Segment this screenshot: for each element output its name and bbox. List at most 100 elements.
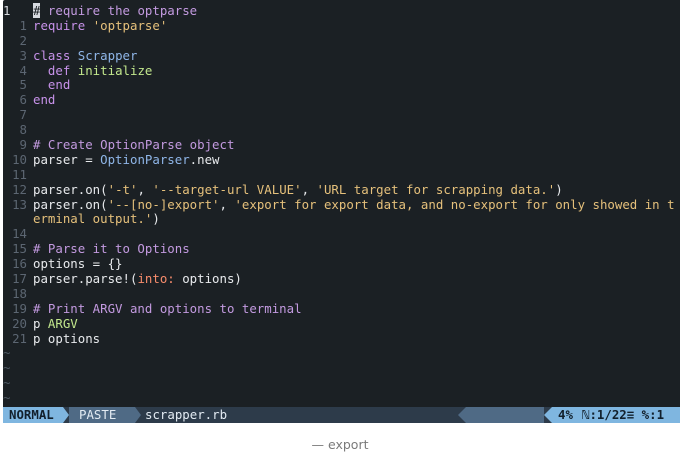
code-token: class (33, 47, 78, 63)
line-number: 18 (12, 285, 27, 301)
code-token: parser.on( (33, 196, 108, 212)
code-token: , (301, 181, 317, 197)
code-token: options) (174, 271, 242, 287)
code-token: parser = (33, 151, 101, 167)
code-line[interactable]: 8 (3, 122, 680, 138)
code-token: 'export for export data, and no-export f… (234, 196, 675, 212)
code-line[interactable]: 17 parser.parse!(into: options) (3, 271, 680, 287)
empty-line-marker: ~ (3, 390, 11, 406)
code-line[interactable]: 1 require 'optparse' (3, 17, 680, 34)
line-number: 3 (19, 47, 27, 63)
code-line[interactable]: 1 # require the optparse (3, 3, 680, 19)
line-number: 20 (12, 315, 27, 331)
editor-buffer[interactable]: 1 # require the optparse 1 require 'optpars… (3, 3, 680, 406)
line-number: 7 (19, 107, 27, 123)
code-token: # Parse it to Options (33, 241, 190, 257)
code-line[interactable]: 10 parser = OptionParser.new (3, 151, 680, 168)
encoding-indicator: utf-8 (466, 407, 544, 423)
line-number: 10 (12, 151, 27, 167)
line-number: 8 (19, 122, 27, 138)
code-line[interactable]: 19 # Print ARGV and options to terminal (3, 300, 680, 317)
paste-indicator: PASTE (69, 407, 135, 423)
code-token: '--[no-]export' (107, 196, 220, 212)
code-token: options = {} (33, 256, 123, 272)
code-token: ) (555, 181, 563, 197)
percent-indicator: 4% (552, 407, 580, 423)
code-token: parser.on( (33, 181, 108, 197)
code-token: Scrapper (77, 47, 138, 63)
code-line[interactable]: ~ (3, 360, 680, 376)
code-line[interactable]: 2 (3, 32, 680, 49)
code-token: end (33, 92, 56, 108)
line-number: 16 (12, 256, 27, 272)
line-number: 9 (19, 137, 27, 153)
separator-arrow (458, 407, 466, 423)
code-line[interactable]: 4 def initialize (3, 62, 680, 79)
code-token: , (219, 196, 235, 212)
code-token: 'optparse' (92, 17, 168, 33)
code-token: .new (189, 151, 220, 167)
line-number: 4 (19, 62, 27, 78)
line-number: 11 (12, 166, 27, 182)
code-line[interactable]: 7 (3, 107, 680, 123)
line-number: 1 (19, 17, 27, 33)
code-token: end (33, 77, 71, 93)
line-number: 17 (12, 271, 27, 287)
file-name: scrapper.rb (145, 407, 228, 422)
code-line[interactable]: 18 (3, 285, 680, 302)
status-bar: NORMAL PASTE scrapper.rb ruby ⟡ utf-8 4%… (3, 407, 680, 423)
code-line[interactable]: 12 parser.on('-t', '--target-url VALUE', … (3, 181, 680, 198)
code-line[interactable]: 20 p ARGV (3, 315, 680, 332)
line-number: 6 (19, 92, 27, 108)
separator-arrow (544, 407, 552, 423)
terminal-window[interactable]: 1 # require the optparse 1 require 'optpars… (3, 0, 680, 423)
code-token: '--target-url VALUE' (152, 181, 302, 197)
code-token: require (33, 17, 93, 33)
code-token: OptionParser (100, 151, 190, 167)
cursor-position: ℕ:1/22≡ %:1 (580, 407, 680, 423)
code-token: p options (33, 330, 101, 346)
code-token: into: (137, 271, 175, 287)
code-token: # Create OptionParse object (33, 137, 235, 153)
code-token: # Print ARGV and options to terminal (33, 300, 302, 316)
line-number: 14 (12, 226, 27, 242)
line-number: 13 (12, 196, 27, 212)
code-token: , (137, 181, 153, 197)
line-number: 1 (3, 3, 11, 18)
code-token: ARGV (47, 315, 78, 331)
code-line[interactable]: ~ (3, 346, 680, 361)
code-token: p (33, 315, 48, 331)
line-number: 2 (19, 32, 27, 48)
code-line[interactable]: 5 end (3, 78, 680, 93)
code-line[interactable]: ~ (3, 390, 680, 406)
code-line[interactable]: 21 p options (3, 330, 680, 347)
empty-line-marker: ~ (3, 345, 11, 361)
code-line[interactable]: 14 (3, 226, 680, 242)
code-token: 'URL target for scrapping data.' (316, 181, 556, 197)
line-number: 15 (12, 241, 27, 257)
line-number: 19 (12, 300, 27, 316)
empty-line-marker: ~ (3, 375, 11, 391)
line-number: 21 (12, 330, 27, 346)
separator-arrow (135, 407, 141, 423)
code-line[interactable]: 3 class Scrapper (3, 47, 680, 64)
code-token: initialize (77, 62, 153, 78)
code-line[interactable]: ~ (3, 375, 680, 391)
empty-line-marker: ~ (3, 360, 11, 376)
code-line[interactable]: erminal output.') (3, 212, 680, 227)
line-number: 12 (12, 181, 27, 197)
code-token: require the optparse (40, 3, 198, 18)
code-line[interactable]: 11 (3, 166, 680, 183)
code-line[interactable]: 9 # Create OptionParse object (3, 137, 680, 153)
code-token: parser.parse!( (33, 271, 138, 287)
code-line[interactable]: 13 parser.on('--[no-]export', 'export for… (3, 196, 680, 213)
caption: — export (311, 437, 369, 452)
code-token: def (33, 62, 78, 78)
code-line[interactable]: 15 # Parse it to Options (3, 241, 680, 257)
code-token: ) (152, 211, 160, 227)
code-line[interactable]: 6 end (3, 92, 680, 108)
line-number: 5 (19, 77, 27, 93)
code-line[interactable]: 16 options = {} (3, 256, 680, 272)
code-token: '-t' (107, 181, 138, 197)
mode-indicator: NORMAL (3, 407, 63, 423)
